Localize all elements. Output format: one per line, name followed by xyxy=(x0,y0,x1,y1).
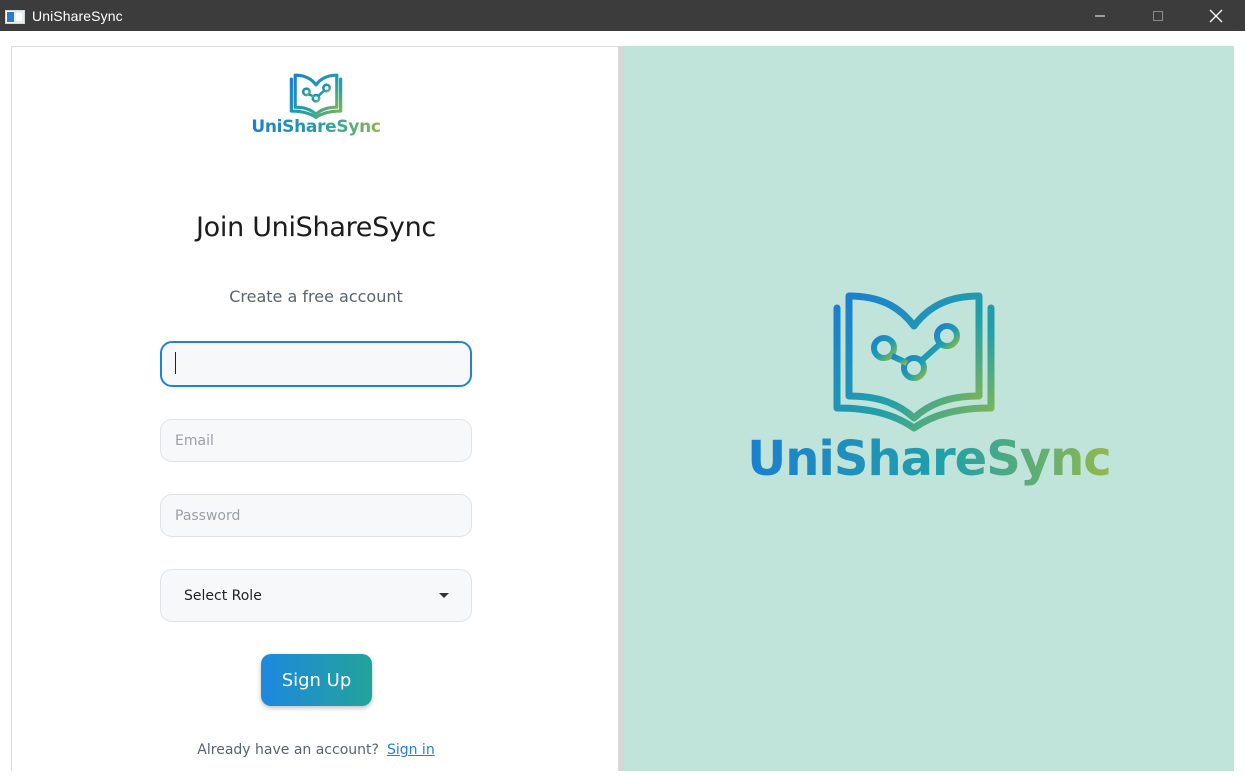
page-subtitle: Create a free account xyxy=(229,287,403,306)
signin-link[interactable]: Sign in xyxy=(387,742,435,758)
brand-name-small: UniShareSync xyxy=(251,117,381,137)
role-select[interactable]: Select Role xyxy=(160,569,472,622)
window-title: UniShareSync xyxy=(32,7,123,24)
chevron-down-icon xyxy=(439,593,449,598)
name-input[interactable] xyxy=(160,341,472,387)
book-network-icon xyxy=(833,292,995,432)
brand-name-large: UniShareSync xyxy=(747,431,1111,487)
book-network-icon xyxy=(289,73,343,120)
minimize-icon xyxy=(1095,15,1105,16)
signup-button[interactable]: Sign Up xyxy=(261,654,372,706)
password-input[interactable] xyxy=(160,494,472,537)
maximize-icon xyxy=(1153,10,1163,21)
brand-panel: UniShareSync xyxy=(624,46,1234,771)
close-icon xyxy=(1209,9,1223,22)
maximize-button[interactable] xyxy=(1129,0,1187,31)
role-select-label: Select Role xyxy=(184,587,262,604)
window-controls xyxy=(1071,0,1245,31)
window-content: UniShareSync Join UniShareSync Create a … xyxy=(0,31,1245,776)
close-button[interactable] xyxy=(1187,0,1245,31)
text-caret xyxy=(175,352,176,374)
app-icon xyxy=(5,9,25,24)
page-title: Join UniShareSync xyxy=(196,212,436,243)
title-bar: UniShareSync xyxy=(0,0,1245,31)
minimize-button[interactable] xyxy=(1071,0,1129,31)
email-input[interactable] xyxy=(160,419,472,462)
signup-panel: UniShareSync Join UniShareSync Create a … xyxy=(11,46,619,771)
signin-row: Already have an account? Sign in xyxy=(12,742,620,758)
signin-prompt: Already have an account? xyxy=(197,742,379,758)
